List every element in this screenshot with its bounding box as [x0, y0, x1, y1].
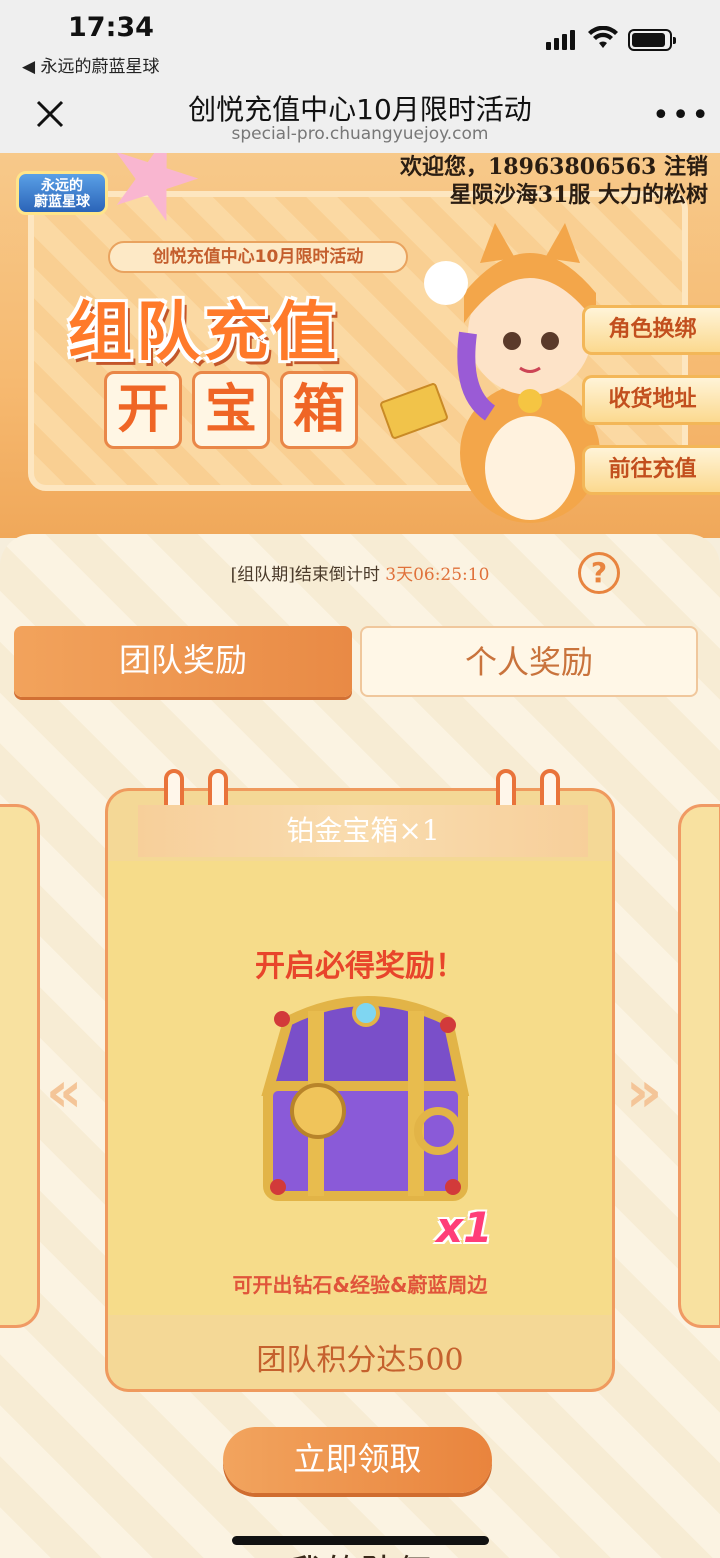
- battery-icon: [628, 29, 676, 51]
- prev-card-peek[interactable]: [0, 804, 40, 1328]
- next-arrow-icon[interactable]: »: [626, 1060, 662, 1125]
- status-bar: 17:34 ◀ 永远的蔚蓝星球: [0, 0, 720, 80]
- countdown-label: [组队期]结束倒计时: [230, 565, 386, 585]
- headline-char: 开: [104, 371, 182, 449]
- reward-card-title: 铂金宝箱×1: [138, 805, 588, 857]
- role-rebind-button[interactable]: 角色换绑: [582, 305, 720, 355]
- banner-headline-2: 开 宝 箱: [104, 371, 358, 449]
- shipping-address-button[interactable]: 收货地址: [582, 375, 720, 425]
- must-get-label: 开启必得奖励！: [255, 949, 465, 984]
- welcome-server-line: 星陨沙海31服 大力的松树: [449, 182, 708, 208]
- banner-headline: 组队充值: [68, 296, 340, 370]
- my-team-heading: 我的队伍: [0, 1544, 720, 1558]
- reward-quantity: x1: [436, 1203, 493, 1252]
- back-to-app-link[interactable]: ◀ 永远的蔚蓝星球: [22, 52, 159, 77]
- treasure-chest-icon: [261, 996, 470, 1201]
- countdown-value: 3天06:25:10: [385, 565, 490, 585]
- help-icon[interactable]: ?: [578, 552, 620, 594]
- reward-tabs: 团队奖励 个人奖励: [14, 626, 698, 697]
- claim-button[interactable]: 立即领取: [223, 1427, 492, 1493]
- tab-team-rewards[interactable]: 团队奖励: [14, 626, 352, 697]
- next-card-peek[interactable]: [678, 804, 720, 1328]
- main-panel: [组队期]结束倒计时 3天06:25:10 ? 团队奖励 个人奖励 铂金宝箱×1…: [0, 534, 720, 1558]
- game-logo: 永远的 蔚蓝星球: [16, 171, 108, 215]
- home-indicator[interactable]: [232, 1536, 489, 1545]
- tab-personal-rewards[interactable]: 个人奖励: [360, 626, 698, 697]
- page-title: 创悦充值中心10月限时活动: [188, 93, 532, 126]
- cellular-signal-icon: [546, 30, 575, 50]
- reward-description: 可开出钻石&经验&蔚蓝周边: [232, 1273, 488, 1297]
- logo-line-1: 永远的: [41, 178, 83, 194]
- prev-arrow-icon[interactable]: «: [46, 1060, 82, 1125]
- page-url: special-pro.chuangyuejoy.com: [231, 124, 489, 144]
- wifi-icon: [588, 26, 618, 48]
- score-requirement: 团队积分达500: [256, 1343, 464, 1378]
- go-recharge-button[interactable]: 前往充值: [582, 445, 720, 495]
- welcome-user-line[interactable]: 欢迎您，18963806563 注销: [400, 153, 708, 181]
- more-menu-icon[interactable]: •••: [652, 98, 711, 133]
- reward-card: 铂金宝箱×1 开启必得奖励！ x1 可开出钻石&经验&蔚蓝周边 团队积分达500: [105, 769, 615, 1392]
- status-time: 17:34: [68, 12, 154, 43]
- webview-nav-bar: 创悦充值中心10月限时活动 special-pro.chuangyuejoy.c…: [0, 80, 720, 153]
- headline-char: 箱: [280, 371, 358, 449]
- event-banner: 永远的 蔚蓝星球 欢迎您，18963806563 注销 星陨沙海31服 大力的松…: [0, 153, 720, 538]
- logo-line-2: 蔚蓝星球: [34, 194, 90, 210]
- headline-char: 宝: [192, 371, 270, 449]
- banner-subtitle: 创悦充值中心10月限时活动: [108, 241, 408, 273]
- welcome-info: 欢迎您，18963806563 注销 星陨沙海31服 大力的松树: [400, 153, 708, 209]
